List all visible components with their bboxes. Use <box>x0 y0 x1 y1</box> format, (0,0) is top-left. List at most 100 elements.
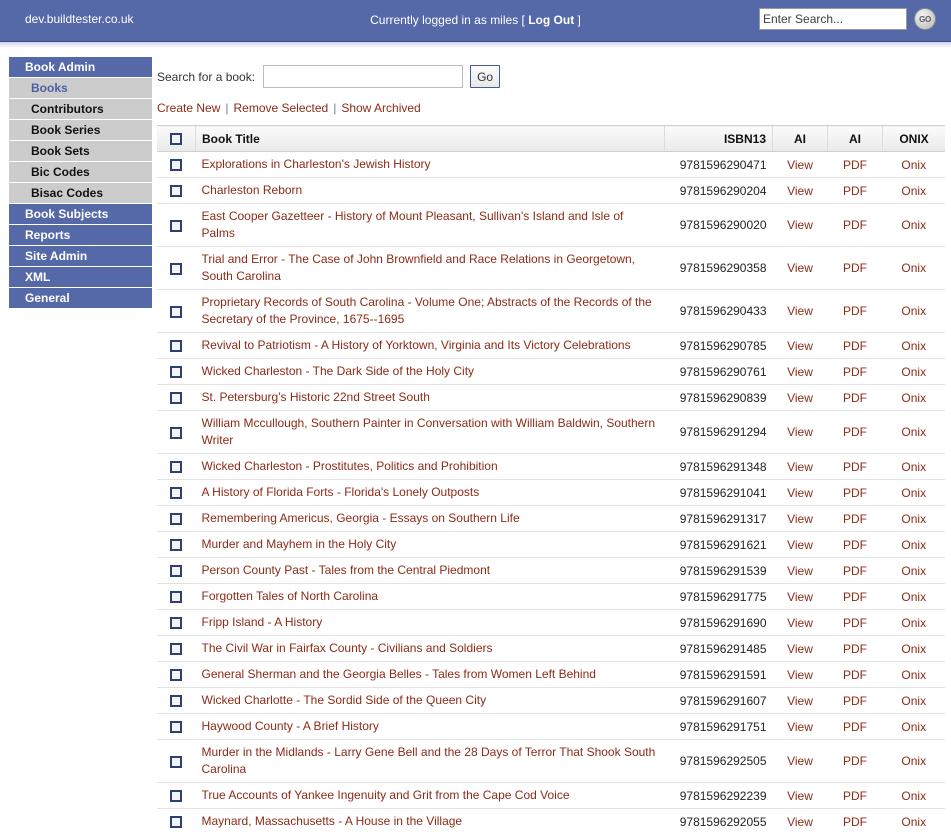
onix-link[interactable]: Onix <box>901 789 926 803</box>
sidebar-item-bisac-codes[interactable]: Bisac Codes <box>9 183 152 203</box>
onix-link[interactable]: Onix <box>901 694 926 708</box>
select-all-checkbox[interactable] <box>170 133 182 146</box>
row-select-checkbox[interactable] <box>170 487 183 500</box>
ai-view-link[interactable]: View <box>787 815 813 829</box>
ai-view-link[interactable]: View <box>787 668 813 682</box>
action-link-remove-selected[interactable]: Remove Selected <box>233 101 328 115</box>
row-select-checkbox[interactable] <box>170 305 183 318</box>
onix-link[interactable]: Onix <box>901 218 926 232</box>
ai-view-link[interactable]: View <box>787 304 813 318</box>
book-title-link[interactable]: Murder and Mayhem in the Holy City <box>202 537 397 551</box>
row-select-checkbox[interactable] <box>170 185 183 198</box>
ai-view-link[interactable]: View <box>787 642 813 656</box>
book-search-input[interactable] <box>263 65 464 88</box>
book-title-link[interactable]: True Accounts of Yankee Ingenuity and Gr… <box>202 788 570 802</box>
onix-link[interactable]: Onix <box>901 538 926 552</box>
book-title-link[interactable]: East Cooper Gazetteer - History of Mount… <box>202 209 624 240</box>
onix-link[interactable]: Onix <box>901 590 926 604</box>
ai-pdf-link[interactable]: PDF <box>843 304 867 318</box>
ai-pdf-link[interactable]: PDF <box>843 218 867 232</box>
book-title-link[interactable]: Revival to Patriotism - A History of Yor… <box>202 338 631 352</box>
onix-link[interactable]: Onix <box>901 668 926 682</box>
row-select-checkbox[interactable] <box>170 513 183 526</box>
ai-view-link[interactable]: View <box>787 538 813 552</box>
sidebar-item-book-subjects[interactable]: Book Subjects <box>9 204 152 224</box>
onix-link[interactable]: Onix <box>901 512 926 526</box>
row-select-checkbox[interactable] <box>170 262 183 275</box>
onix-link[interactable]: Onix <box>901 754 926 768</box>
sidebar-item-reports[interactable]: Reports <box>9 225 152 245</box>
global-search-go-button[interactable]: GO <box>914 8 936 30</box>
onix-link[interactable]: Onix <box>901 815 926 829</box>
row-select-checkbox[interactable] <box>170 219 183 232</box>
row-select-checkbox[interactable] <box>170 643 183 656</box>
ai-view-link[interactable]: View <box>787 590 813 604</box>
sidebar-item-books[interactable]: Books <box>9 78 152 98</box>
header-onix[interactable]: ONIX <box>882 125 945 152</box>
book-title-link[interactable]: Remembering Americus, Georgia - Essays o… <box>202 511 520 525</box>
ai-pdf-link[interactable]: PDF <box>843 754 867 768</box>
book-title-link[interactable]: General Sherman and the Georgia Belles -… <box>202 667 596 681</box>
row-select-checkbox[interactable] <box>170 816 183 829</box>
ai-view-link[interactable]: View <box>787 564 813 578</box>
ai-pdf-link[interactable]: PDF <box>843 564 867 578</box>
row-select-checkbox[interactable] <box>170 755 183 768</box>
row-select-checkbox[interactable] <box>170 461 183 474</box>
ai-pdf-link[interactable]: PDF <box>843 668 867 682</box>
ai-pdf-link[interactable]: PDF <box>843 815 867 829</box>
ai-view-link[interactable]: View <box>787 754 813 768</box>
ai-view-link[interactable]: View <box>787 616 813 630</box>
ai-pdf-link[interactable]: PDF <box>843 789 867 803</box>
onix-link[interactable]: Onix <box>901 425 926 439</box>
onix-link[interactable]: Onix <box>901 391 926 405</box>
row-select-checkbox[interactable] <box>170 669 183 682</box>
row-select-checkbox[interactable] <box>170 392 183 405</box>
book-title-link[interactable]: Wicked Charlotte - The Sordid Side of th… <box>202 693 487 707</box>
ai-pdf-link[interactable]: PDF <box>843 538 867 552</box>
ai-view-link[interactable]: View <box>787 391 813 405</box>
ai-pdf-link[interactable]: PDF <box>843 486 867 500</box>
row-select-checkbox[interactable] <box>170 695 183 708</box>
header-book-title[interactable]: Book Title <box>195 125 665 152</box>
header-ai-pdf[interactable]: AI <box>827 125 883 152</box>
ai-pdf-link[interactable]: PDF <box>843 261 867 275</box>
onix-link[interactable]: Onix <box>901 184 926 198</box>
row-select-checkbox[interactable] <box>170 790 183 803</box>
book-title-link[interactable]: Wicked Charleston - The Dark Side of the… <box>202 364 475 378</box>
book-title-link[interactable]: Charleston Reborn <box>202 183 303 197</box>
row-select-checkbox[interactable] <box>170 565 183 578</box>
sidebar-item-general[interactable]: General <box>9 288 152 308</box>
sidebar-item-bic-codes[interactable]: Bic Codes <box>9 162 152 182</box>
onix-link[interactable]: Onix <box>901 616 926 630</box>
ai-view-link[interactable]: View <box>787 720 813 734</box>
sidebar-item-book-series[interactable]: Book Series <box>9 120 152 140</box>
ai-pdf-link[interactable]: PDF <box>843 158 867 172</box>
book-title-link[interactable]: The Civil War in Fairfax County - Civili… <box>202 641 493 655</box>
book-title-link[interactable]: St. Petersburg's Historic 22nd Street So… <box>202 390 430 404</box>
ai-pdf-link[interactable]: PDF <box>843 365 867 379</box>
book-title-link[interactable]: Forgotten Tales of North Carolina <box>202 589 379 603</box>
global-search-input[interactable] <box>759 8 907 30</box>
ai-pdf-link[interactable]: PDF <box>843 720 867 734</box>
row-select-checkbox[interactable] <box>170 591 183 604</box>
ai-view-link[interactable]: View <box>787 486 813 500</box>
ai-pdf-link[interactable]: PDF <box>843 184 867 198</box>
ai-view-link[interactable]: View <box>787 512 813 526</box>
sidebar-item-site-admin[interactable]: Site Admin <box>9 246 152 266</box>
ai-pdf-link[interactable]: PDF <box>843 694 867 708</box>
onix-link[interactable]: Onix <box>901 261 926 275</box>
log-out-link[interactable]: Log Out <box>528 13 574 27</box>
ai-pdf-link[interactable]: PDF <box>843 391 867 405</box>
book-title-link[interactable]: Explorations in Charleston's Jewish Hist… <box>202 157 431 171</box>
row-select-checkbox[interactable] <box>170 721 183 734</box>
ai-pdf-link[interactable]: PDF <box>843 590 867 604</box>
ai-view-link[interactable]: View <box>787 261 813 275</box>
book-title-link[interactable]: Haywood County - A Brief History <box>202 719 379 733</box>
ai-view-link[interactable]: View <box>787 789 813 803</box>
book-title-link[interactable]: Wicked Charleston - Prostitutes, Politic… <box>202 459 498 473</box>
row-select-checkbox[interactable] <box>170 159 183 172</box>
sidebar-item-book-admin[interactable]: Book Admin <box>9 57 152 77</box>
onix-link[interactable]: Onix <box>901 564 926 578</box>
book-title-link[interactable]: A History of Florida Forts - Florida's L… <box>202 485 480 499</box>
ai-view-link[interactable]: View <box>787 425 813 439</box>
